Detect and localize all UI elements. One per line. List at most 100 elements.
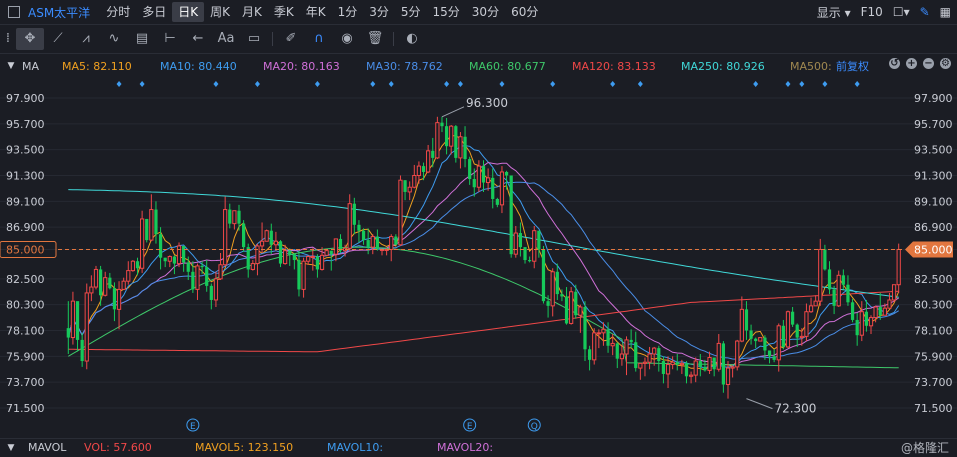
candle-body [333,238,338,255]
pen-icon[interactable]: ✎ [920,5,930,19]
ma20-value: MA20: 80.163 [263,59,340,73]
candle-body [804,311,809,337]
candle-body [481,166,486,183]
candle-body [130,260,136,272]
candle-body [518,233,523,248]
marker-dot [457,81,463,87]
marker-dot [854,81,860,87]
candle-body [389,236,394,250]
mavol-title: MAVOL [28,441,67,454]
candle-body [629,339,633,343]
marker-dot [444,81,450,87]
candle-body [818,248,823,302]
marker-dot [116,81,122,87]
candle-body [587,349,592,360]
period-tab-active[interactable]: 日K [172,2,205,22]
collapse-icon[interactable]: ▼ [0,61,22,71]
candle-body [832,289,836,306]
fib-tool-icon[interactable]: ▤ [128,28,156,50]
square-icon[interactable]: ☐▾ [893,5,910,19]
candle-body [739,308,744,342]
candle-body [292,254,296,261]
candle-body [670,361,675,366]
candle-body [172,256,177,264]
toggle-icon[interactable]: ◐ [398,28,426,50]
candle-body [195,265,200,290]
candle-body [232,210,237,225]
candle-body [642,361,648,364]
candle-body [855,319,859,336]
candle-body [472,179,476,188]
eraser-icon[interactable]: ✐ [277,28,305,50]
grid-icon[interactable]: ▦ [940,5,951,19]
trash-icon[interactable]: 🗑 [361,28,389,50]
candle-body [647,353,652,363]
window-icon[interactable] [8,6,20,18]
text-tool[interactable]: Aa [212,28,240,50]
mavol20-value: MAVOL20: [437,441,494,454]
stock-symbol[interactable]: ASM太平洋 [28,4,90,21]
crosshair-icon[interactable]: ✥ [16,28,44,50]
volume-legend: ▼ MAVOL VOL: 57.600 MAVOL5: 123.150 MAVO… [0,438,957,457]
period-tab[interactable]: 周K [204,2,236,22]
period-tab[interactable]: 1分 [332,2,364,22]
drag-handle-icon[interactable]: ⁞ [0,28,16,50]
marker-dot [637,81,643,87]
add-icon[interactable]: + [906,58,917,69]
settings-icon[interactable]: ⚙ [940,58,951,69]
period-tab[interactable]: 季K [268,2,300,22]
candle-body [241,223,246,248]
candle-body [66,328,70,338]
candle-body [200,265,204,268]
candle-body [721,343,726,385]
candle-body [776,325,781,361]
candle-body [735,340,740,368]
period-tab[interactable]: 分时 [100,2,136,22]
measure-tool-icon[interactable]: ⊢ [156,28,184,50]
candle-body [491,177,495,199]
candle-body [306,256,311,262]
candle-body [578,306,583,316]
ma-title: MA [22,59,40,73]
period-tab[interactable]: 60分 [505,2,544,22]
ma-legend: ▼ MA MA5: 82.110 MA10: 80.440 MA20: 80.1… [0,56,957,76]
magnet-icon[interactable]: ∩ [305,28,333,50]
period-tab[interactable]: 月K [236,2,268,22]
candle-body [426,150,431,173]
collapse-icon[interactable]: ▼ [0,443,22,453]
reset-icon[interactable]: ↺ [889,58,900,69]
period-tab[interactable]: 年K [300,2,332,22]
display-menu[interactable]: 显示 ▾ [817,4,851,21]
candle-body [767,350,772,357]
top-bar: ASM太平洋 分时 多日 日K 周K 月K 季K 年K 1分 3分 5分 15分… [0,0,957,25]
y-tick-label-right: 89.100 [914,195,953,208]
comment-icon[interactable]: ▭ [240,28,268,50]
channel-tool-icon[interactable]: ⩘ [72,28,100,50]
eye-icon[interactable]: ◉ [333,28,361,50]
period-tab[interactable]: 15分 [427,2,466,22]
candle-body [785,311,791,348]
period-tab[interactable]: 30分 [466,2,505,22]
remove-icon[interactable]: − [923,58,934,69]
period-tab[interactable]: 多日 [136,2,172,22]
y-tick-label-left: 78.100 [6,325,45,338]
adjust-mode[interactable]: 前复权 [836,58,869,74]
candle-body [684,363,689,377]
candle-body [347,203,352,249]
ma10-value: MA10: 80.440 [160,59,237,73]
arrow-tool-icon[interactable]: ← [184,28,212,50]
line-tool-icon[interactable]: ⟋ [44,28,72,50]
period-tab[interactable]: 5分 [395,2,427,22]
wave-tool-icon[interactable]: ∿ [100,28,128,50]
candle-body [799,335,804,339]
candle-body [634,342,638,369]
display-label: 显示 [816,5,841,20]
candle-body [504,171,509,176]
candle-body [205,267,209,286]
candle-body [431,150,435,158]
period-tab[interactable]: 3分 [363,2,395,22]
f10-button[interactable]: F10 [861,5,883,19]
candlestick-chart[interactable]: 97.900 97.900 95.700 95.700 93.500 93.500 91.3… [0,76,957,438]
marker-dot [139,81,145,87]
event-marker-label: E [467,422,473,432]
